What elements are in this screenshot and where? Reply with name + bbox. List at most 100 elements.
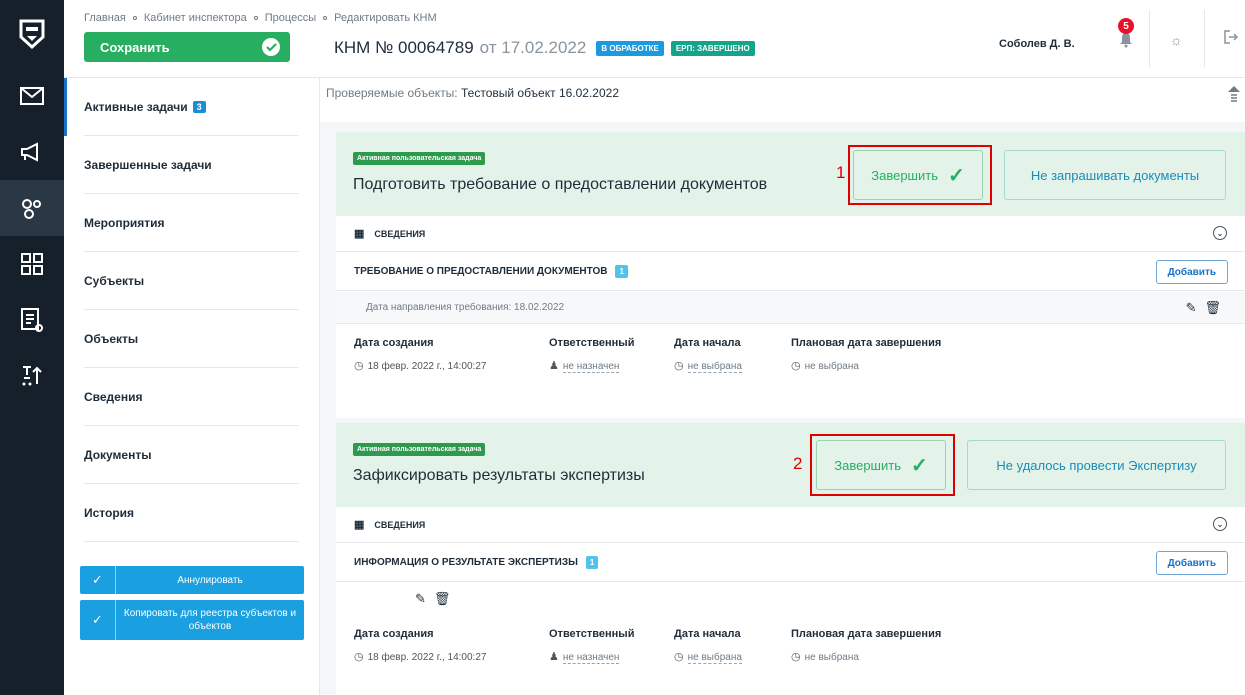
check-icon: [262, 38, 280, 56]
responsible-field[interactable]: ♟ не назначен: [549, 650, 620, 664]
field-label: Плановая дата завершения: [791, 628, 942, 640]
document-row-text: Дата направления требования: 18.02.2022: [366, 302, 565, 313]
start-date-field[interactable]: ◷ не выбрана: [674, 650, 742, 664]
trash-icon[interactable]: 🗑: [434, 591, 459, 606]
sidebar-item-label: Сведения: [84, 389, 143, 404]
field-value: 18 февр. 2022 г., 14:00:27: [367, 652, 487, 663]
sort-icon[interactable]: [0, 348, 64, 404]
breadcrumb-item[interactable]: Главная: [84, 12, 126, 24]
sidebar-item-subjects[interactable]: Субъекты: [84, 252, 299, 310]
info-section-toggle[interactable]: ▦ Сведения ⌄: [336, 507, 1245, 543]
grid-icon[interactable]: [0, 236, 64, 292]
sidebar-item-history[interactable]: История: [84, 484, 299, 542]
created-date: ◷ 18 февр. 2022 г., 14:00:27: [354, 650, 486, 663]
scroll-up-icon[interactable]: [1227, 84, 1241, 107]
trash-icon[interactable]: 🗑: [1204, 300, 1229, 315]
title-number: КНМ № 00064789: [334, 38, 474, 57]
breadcrumb-item[interactable]: Процессы: [265, 12, 316, 24]
clock-icon: ◷: [791, 360, 801, 372]
field-value: не назначен: [562, 652, 620, 664]
field-value: не выбрана: [804, 361, 859, 372]
megaphone-icon[interactable]: [0, 124, 64, 180]
sidebar-item-completed-tasks[interactable]: Завершенные задачи: [84, 136, 299, 194]
check-icon: ✓: [80, 600, 116, 640]
annotation-marker: 1: [836, 163, 846, 182]
document-row[interactable]: Дата направления требования: 18.02.2022 …: [336, 292, 1245, 324]
annul-button[interactable]: ✓ Аннулировать: [80, 566, 304, 594]
user-name[interactable]: Соболев Д. В.: [999, 38, 1075, 50]
clock-icon: ◷: [354, 360, 364, 372]
field-label: Дата начала: [674, 628, 741, 640]
field-value: 18 февр. 2022 г., 14:00:27: [367, 361, 487, 372]
section-header: ИНФОРМАЦИЯ О РЕЗУЛЬТАТЕ ЭКСПЕРТИЗЫ 1 Доб…: [336, 544, 1245, 582]
chevron-down-icon[interactable]: ⌄: [1213, 517, 1227, 531]
person-icon: ♟: [549, 360, 559, 372]
mail-icon[interactable]: [0, 68, 64, 124]
task-card: Активная пользовательская задача Подгото…: [336, 132, 1245, 418]
task-header: Активная пользовательская задача Подгото…: [336, 132, 1245, 216]
clock-icon: ◷: [354, 651, 364, 663]
sidebar-count-badge: 3: [192, 100, 206, 113]
sidebar-item-label: Завершенные задачи: [84, 157, 212, 172]
section-header: ТРЕБОВАНИЕ О ПРЕДОСТАВЛЕНИИ ДОКУМЕНТОВ 1…: [336, 253, 1245, 291]
start-date-field[interactable]: ◷ не выбрана: [674, 359, 742, 373]
report-icon[interactable]: [0, 292, 64, 348]
task-fields: Дата создания Ответственный Дата начала …: [336, 616, 1245, 682]
edit-icon[interactable]: ✎: [415, 591, 434, 606]
sidebar-item-label: История: [84, 505, 135, 520]
sidebar-item-events[interactable]: Мероприятия: [84, 194, 299, 252]
title-date: от 17.02.2022: [479, 38, 587, 57]
alt-label: Не запрашивать документы: [1030, 167, 1200, 183]
breadcrumb: Главная Кабинет инспектора Процессы Редакти…: [84, 12, 437, 24]
alt-label: Не удалось провести Экспертизу: [996, 457, 1197, 473]
add-button[interactable]: Добавить: [1155, 260, 1228, 284]
objects-value[interactable]: Тестовый объект 16.02.2022: [461, 86, 619, 100]
add-button[interactable]: Добавить: [1155, 551, 1228, 575]
annul-label: Аннулировать: [177, 574, 243, 586]
annotation-box: [810, 434, 955, 496]
sidebar-item-label: Субъекты: [84, 273, 145, 288]
gears-icon[interactable]: [0, 180, 64, 236]
sidebar-item-label: Активные задачи: [84, 99, 188, 114]
save-button[interactable]: Сохранить: [84, 32, 290, 62]
task-tag: Активная пользовательская задача: [353, 443, 486, 456]
info-section-toggle[interactable]: ▦ Сведения ⌄: [336, 216, 1245, 252]
expertise-failed-button[interactable]: Не удалось провести Экспертизу: [967, 440, 1226, 490]
grid-icon: ▦: [354, 228, 365, 240]
logo-icon[interactable]: [0, 0, 64, 68]
copy-label: Копировать для реестра субъектов и объек…: [123, 608, 297, 632]
clock-icon: ◷: [674, 651, 684, 663]
copy-registry-button[interactable]: ✓ Копировать для реестра субъектов и объ…: [80, 600, 304, 640]
field-label: Дата создания: [354, 337, 434, 349]
created-date: ◷ 18 февр. 2022 г., 14:00:27: [354, 359, 486, 372]
sidebar-item-info[interactable]: Сведения: [84, 368, 299, 426]
planned-end-field: ◷ не выбрана: [791, 359, 859, 372]
logout-icon[interactable]: [1224, 30, 1239, 47]
chevron-down-icon[interactable]: ⌄: [1213, 226, 1227, 240]
field-value: не выбрана: [804, 652, 859, 663]
document-row[interactable]: ✎🗑: [336, 583, 1245, 615]
settings-icon[interactable]: ☼: [1170, 32, 1183, 48]
task-title: Подготовить требование о предоставлении …: [353, 176, 768, 193]
responsible-field[interactable]: ♟ не назначен: [549, 359, 620, 373]
task-header: Активная пользовательская задача Зафикси…: [336, 423, 1245, 507]
field-value: не выбрана: [687, 361, 742, 373]
erp-badge: ЕРП: завершено: [670, 40, 755, 56]
page-header: Главная Кабинет инспектора Процессы Редакти…: [64, 0, 1245, 78]
task-tag: Активная пользовательская задача: [353, 152, 486, 165]
person-icon: ♟: [549, 651, 559, 663]
sidebar-item-documents[interactable]: Документы: [84, 426, 299, 484]
notifications-button[interactable]: 5: [1111, 18, 1151, 58]
breadcrumb-item[interactable]: Кабинет инспектора: [144, 12, 247, 24]
no-request-docs-button[interactable]: Не запрашивать документы: [1004, 150, 1226, 200]
page-title: КНМ № 00064789 от 17.02.2022 в обработке…: [334, 38, 755, 58]
edit-icon[interactable]: ✎: [1186, 300, 1205, 315]
field-label: Дата начала: [674, 337, 741, 349]
annotation-box: [848, 145, 992, 205]
sidebar-item-objects[interactable]: Объекты: [84, 310, 299, 368]
sidebar-item-label: Мероприятия: [84, 215, 165, 230]
section-count-badge: 1: [615, 265, 628, 278]
sidebar-item-active-tasks[interactable]: Активные задачи 3: [64, 78, 299, 136]
section-title: ИНФОРМАЦИЯ О РЕЗУЛЬТАТЕ ЭКСПЕРТИЗЫ: [354, 557, 578, 568]
field-label: Дата создания: [354, 628, 434, 640]
